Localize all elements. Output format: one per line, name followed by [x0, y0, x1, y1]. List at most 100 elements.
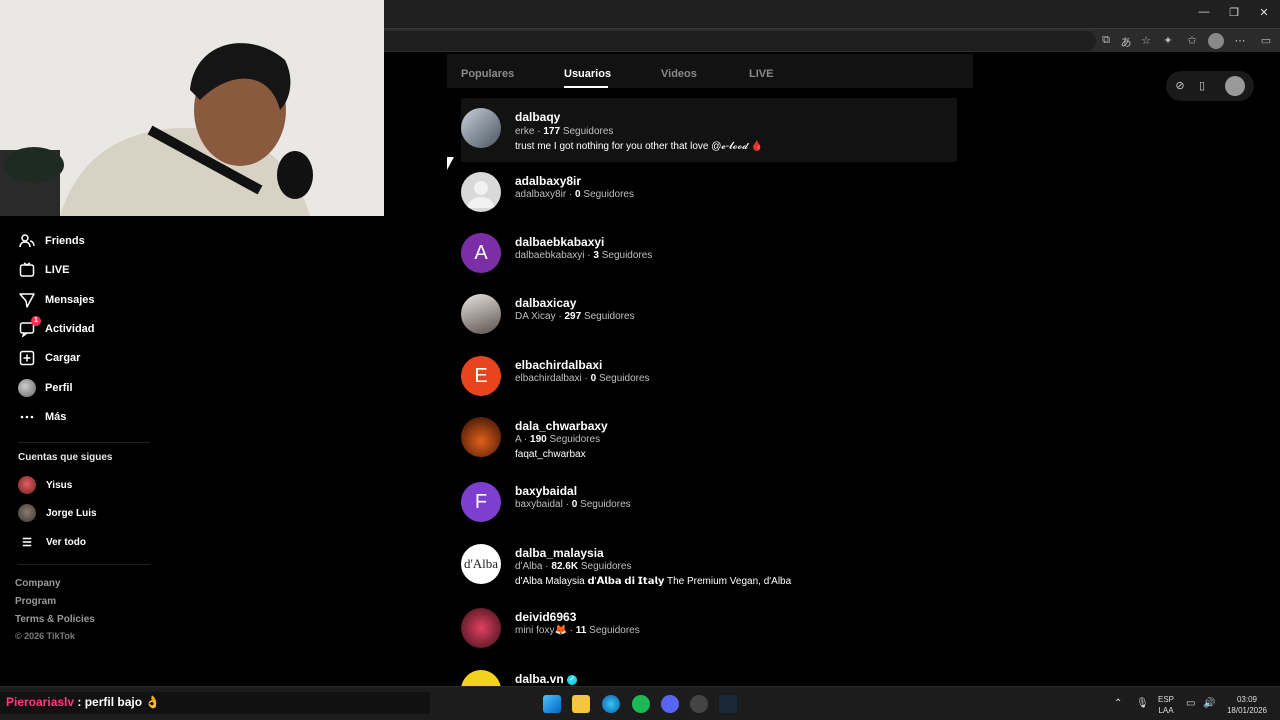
activity-badge: 1 — [31, 316, 41, 326]
sidebar-toggle-icon[interactable]: ▭ — [1258, 34, 1274, 47]
user-meta: adalbaxy8ir · 0 Seguidores — [515, 189, 634, 200]
volume-icon[interactable]: 🔊 — [1203, 698, 1215, 709]
user-result[interactable]: F baxybaidal baxybaidal · 0 Seguidores — [461, 482, 957, 526]
search-tabs: Populares Usuarios Videos LIVE — [447, 54, 973, 88]
tab-populares[interactable]: Populares — [461, 68, 514, 80]
live-icon — [18, 261, 36, 279]
username: adalbaxy8ir — [515, 174, 582, 188]
extensions-icon[interactable]: ✦ — [1160, 34, 1176, 47]
user-meta: A · 190 Seguidores — [515, 434, 601, 445]
avatar — [461, 417, 501, 457]
clock[interactable]: 03:09 18/01/2026 — [1224, 694, 1270, 716]
sidebar-divider — [18, 442, 150, 443]
user-result[interactable]: d'Alba dalba_malaysia d'Alba · 82.6K Seg… — [461, 544, 957, 592]
user-bio: trust me I got nothing for you other tha… — [515, 141, 764, 152]
user-result[interactable]: deivid6963 mini foxy🦊 · 11 Seguidores — [461, 608, 957, 652]
file-explorer-icon[interactable] — [572, 695, 590, 713]
footer-link-company[interactable]: Company — [15, 578, 61, 589]
sidebar-item-upload[interactable]: Cargar — [18, 346, 80, 370]
compass-icon[interactable]: ⊘ — [1173, 79, 1187, 92]
favorites-icon[interactable]: ✩ — [1184, 34, 1200, 47]
close-button[interactable]: ✕ — [1254, 6, 1274, 19]
more-icon — [18, 408, 36, 426]
sidebar-item-label: Cargar — [45, 352, 81, 364]
username: elbachirdalbaxi — [515, 358, 603, 372]
chat-username: Pieroariaslv — [6, 695, 75, 709]
user-result[interactable]: dalba.vn ✓ — [461, 670, 957, 686]
following-item[interactable]: Jorge Luis — [18, 503, 97, 523]
user-meta: baxybaidal · 0 Seguidores — [515, 499, 631, 510]
tab-live[interactable]: LIVE — [749, 68, 773, 80]
sidebar-item-more[interactable]: Más — [18, 405, 66, 429]
network-icon[interactable]: ▭ — [1186, 698, 1195, 709]
username: dalba.vn ✓ — [515, 672, 578, 686]
edge-browser-icon[interactable] — [602, 695, 620, 713]
browser-toolbar: ⧉ あ ☆ ✦ ✩ ⋯ ▭ — [384, 28, 1280, 52]
username: dala_chwarbaxy — [515, 419, 608, 433]
following-item[interactable]: Yisus — [18, 475, 72, 495]
translate-icon[interactable]: あ — [1118, 34, 1134, 50]
user-meta: elbachirdalbaxi · 0 Seguidores — [515, 373, 650, 384]
username: deivid6963 — [515, 610, 577, 624]
sidebar-item-label: Más — [45, 411, 67, 423]
chat-text: : perfil bajo 👌 — [74, 695, 161, 709]
discord-icon[interactable] — [661, 695, 679, 713]
restore-button[interactable]: ❐ — [1224, 6, 1244, 19]
tab-usuarios[interactable]: Usuarios — [564, 68, 611, 80]
sidebar-item-live[interactable]: LIVE — [18, 258, 69, 282]
mobile-icon[interactable]: ▯ — [1195, 79, 1209, 92]
user-meta: erke · 177 Seguidores — [515, 126, 614, 137]
profile-avatar — [18, 379, 36, 397]
sidebar-item-profile[interactable]: Perfil — [18, 376, 73, 400]
see-all-button[interactable]: ☰ Ver todo — [18, 532, 86, 552]
sidebar-item-label: Friends — [45, 235, 85, 247]
user-meta: d'Alba · 82.6K Seguidores — [515, 561, 632, 572]
microphone-icon[interactable]: 🎙 — [1136, 698, 1149, 709]
username: dalbaxicay — [515, 296, 577, 310]
footer-link-program[interactable]: Program — [15, 596, 56, 607]
avatar — [461, 108, 501, 148]
user-bio: d'Alba Malaysia 𝗱'𝗔𝗹𝗯𝗮 𝗱𝗶 𝗜𝘁𝗮𝗹𝘆 The Prem… — [515, 576, 792, 587]
avatar — [18, 504, 36, 522]
minimize-button[interactable]: — — [1194, 6, 1214, 18]
copyright: © 2026 TikTok — [15, 631, 75, 641]
mouse-cursor — [447, 157, 454, 170]
user-result[interactable]: E elbachirdalbaxi elbachirdalbaxi · 0 Se… — [461, 356, 957, 400]
user-result[interactable]: dalbaqy erke · 177 Seguidores trust me I… — [461, 98, 957, 162]
user-meta: mini foxy🦊 · 11 Seguidores — [515, 625, 640, 636]
activity-icon: 1 — [18, 316, 41, 338]
address-bar[interactable] — [384, 31, 1096, 51]
sidebar-item-messages[interactable]: Mensajes — [18, 288, 95, 312]
user-result[interactable]: dala_chwarbaxy A · 190 Seguidores faqat_… — [461, 417, 957, 465]
spotify-icon[interactable] — [632, 695, 650, 713]
favorite-star-icon[interactable]: ☆ — [1138, 34, 1154, 47]
avatar — [461, 294, 501, 334]
sidebar-item-activity[interactable]: 1 Actividad — [18, 316, 95, 341]
user-result[interactable]: dalbaxicay DA Xicay · 297 Seguidores — [461, 294, 957, 338]
user-result[interactable]: A dalbaebkabaxyi dalbaebkabaxyi · 3 Segu… — [461, 233, 957, 277]
sidebar-item-friends[interactable]: Friends — [18, 229, 85, 253]
stream-chat-message: Pieroariaslv : perfil bajo 👌 — [0, 692, 430, 714]
user-result[interactable]: adalbaxy8ir adalbaxy8ir · 0 Seguidores — [461, 172, 957, 216]
upload-icon — [18, 349, 36, 367]
avatar — [461, 608, 501, 648]
windows-start-icon[interactable] — [543, 695, 561, 713]
avatar: F — [461, 482, 501, 522]
windows-taskbar: Pieroariaslv : perfil bajo 👌 ⌃ 🎙 ESP LAA … — [0, 686, 1280, 720]
tab-videos[interactable]: Videos — [661, 68, 697, 80]
default-avatar-icon — [461, 172, 501, 212]
user-bio: faqat_chwarbax — [515, 449, 586, 460]
username: dalbaqy — [515, 110, 561, 124]
steam-icon[interactable] — [719, 695, 737, 713]
language-indicator[interactable]: ESP LAA — [1158, 694, 1174, 716]
user-avatar[interactable] — [1225, 76, 1245, 96]
obs-icon[interactable] — [690, 695, 708, 713]
footer-link-terms[interactable]: Terms & Policies — [15, 614, 95, 625]
friends-icon — [18, 232, 36, 250]
open-in-app-icon[interactable]: ⧉ — [1098, 34, 1114, 47]
browser-profile-avatar[interactable] — [1208, 33, 1224, 49]
user-meta: dalbaebkabaxyi · 3 Seguidores — [515, 250, 653, 261]
sidebar-item-label: Perfil — [45, 382, 73, 394]
tray-chevron-icon[interactable]: ⌃ — [1114, 698, 1122, 709]
more-menu-icon[interactable]: ⋯ — [1232, 34, 1248, 47]
